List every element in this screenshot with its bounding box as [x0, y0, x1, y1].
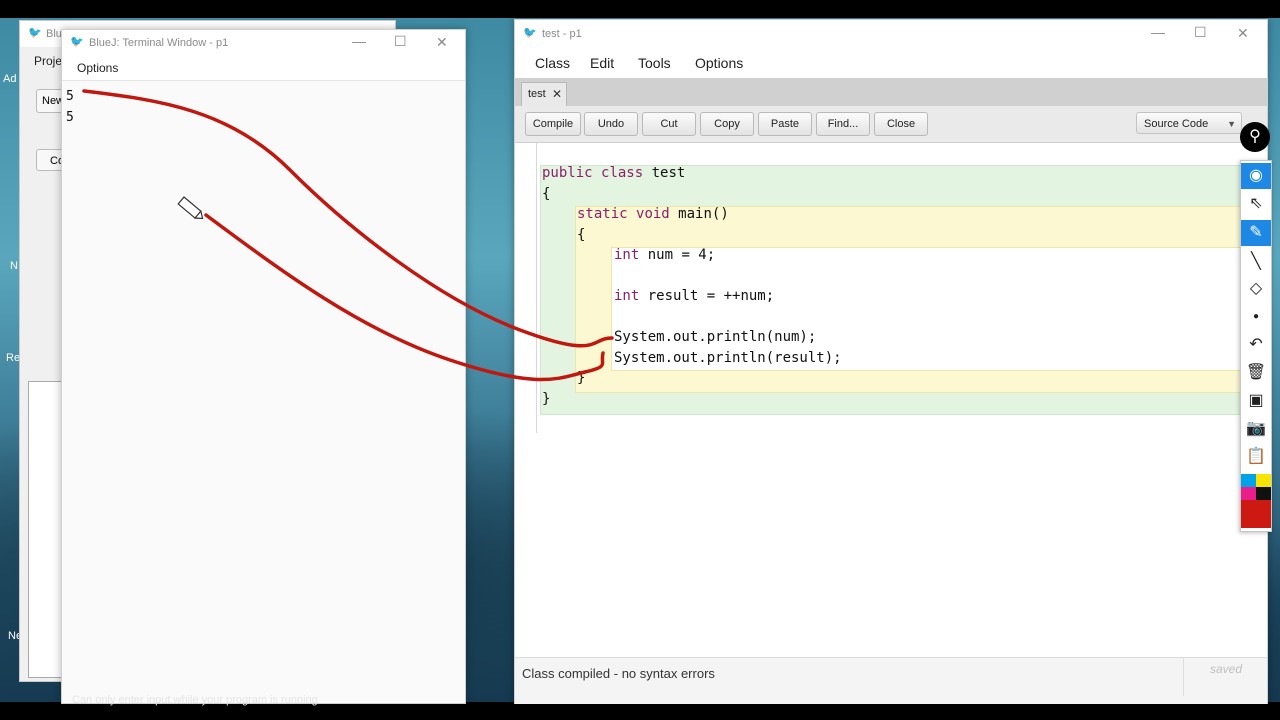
code-editor[interactable]: public class test { static void main() {…: [515, 143, 1267, 657]
pin-icon[interactable]: ⚲: [1240, 122, 1270, 152]
board-icon[interactable]: ▣: [1241, 388, 1271, 414]
trash-icon[interactable]: 🗑: [1241, 360, 1271, 386]
tab-strip: test ✕: [515, 78, 1267, 107]
minimize-button[interactable]: —: [1151, 24, 1165, 40]
undo-icon[interactable]: ↶: [1241, 332, 1271, 358]
editor-toolbar: Compile Undo Cut Copy Paste Find... Clos…: [515, 106, 1267, 143]
find-button[interactable]: Find...: [816, 112, 870, 136]
view-select[interactable]: Source Code ▼: [1136, 112, 1242, 134]
color-swatch-magenta[interactable]: [1241, 487, 1256, 500]
color-swatch-red[interactable]: [1241, 500, 1271, 528]
annotation-toolbar: ◉ ⇖ ✎ ╲ ◇ ● ↶ 🗑 ▣ 📷 📋: [1240, 160, 1272, 532]
view-select-value: Source Code: [1144, 118, 1209, 130]
code-line: int num = 4;: [614, 247, 716, 263]
bluej-logo-icon: 🐦: [28, 27, 42, 39]
close-editor-button[interactable]: Close: [874, 112, 928, 136]
code-line: int result = ++num;: [614, 288, 775, 304]
code-line: static void main(): [577, 206, 729, 222]
maximize-button[interactable]: ☐: [394, 33, 407, 50]
window-title: BlueJ: Terminal Window - p1: [89, 37, 229, 49]
menu-options[interactable]: Options: [695, 55, 743, 71]
menu-bar: Class Edit Tools Options: [515, 48, 1267, 78]
bluej-logo-icon: 🐦: [523, 27, 537, 39]
tab-label: test: [528, 88, 546, 100]
bluej-logo-icon: 🐦: [70, 36, 84, 48]
code-line: }: [577, 370, 586, 386]
pen-icon[interactable]: ✎: [1241, 220, 1271, 246]
output-line: 5: [66, 110, 74, 125]
desktop-icon-label[interactable]: Ad: [3, 73, 16, 85]
menu-class[interactable]: Class: [535, 55, 570, 71]
code-line: {: [577, 227, 586, 243]
desktop-icon-label[interactable]: Re: [6, 352, 20, 364]
terminal-window: 🐦 BlueJ: Terminal Window - p1 — ☐ ✕ Opti…: [61, 29, 466, 706]
undo-button[interactable]: Undo: [584, 112, 638, 136]
menu-bar: Options: [62, 56, 465, 81]
window-title: test - p1: [542, 28, 582, 40]
eye-icon[interactable]: ◉: [1241, 163, 1271, 189]
menu-tools[interactable]: Tools: [638, 55, 671, 71]
terminal-output[interactable]: 5 5: [66, 86, 74, 128]
camera-icon[interactable]: 📷: [1241, 416, 1271, 442]
chevron-down-icon: ▼: [1227, 119, 1236, 129]
compile-button[interactable]: Compile: [525, 112, 581, 136]
code-line: public class test: [542, 165, 686, 181]
code-line: System.out.println(result);: [614, 350, 842, 366]
title-bar[interactable]: 🐦 test - p1 — ☐ ✕: [515, 20, 1267, 48]
code-line: System.out.println(num);: [614, 329, 817, 345]
status-bar: Class compiled - no syntax errors saved: [515, 657, 1267, 704]
menu-project[interactable]: Proje: [34, 54, 62, 68]
output-line: 5: [66, 89, 74, 104]
code-line: {: [542, 186, 551, 202]
minimize-button[interactable]: —: [352, 33, 366, 49]
status-message: Class compiled - no syntax errors: [522, 666, 715, 681]
cut-button[interactable]: Cut: [642, 112, 696, 136]
maximize-button[interactable]: ☐: [1194, 24, 1207, 41]
code-line: }: [542, 391, 551, 407]
line-gutter: [536, 143, 537, 433]
title-bar[interactable]: 🐦 BlueJ: Terminal Window - p1 — ☐ ✕: [62, 30, 465, 56]
saved-indicator: saved: [1183, 658, 1268, 696]
paste-button[interactable]: Paste: [758, 112, 812, 136]
menu-options[interactable]: Options: [77, 61, 118, 75]
dot-icon[interactable]: ●: [1241, 304, 1271, 330]
tab-close-icon[interactable]: ✕: [552, 87, 562, 101]
color-swatch-yellow[interactable]: [1256, 474, 1271, 487]
color-swatch-blue[interactable]: [1241, 474, 1256, 487]
copy-button[interactable]: Copy: [700, 112, 754, 136]
editor-window: 🐦 test - p1 — ☐ ✕ Class Edit Tools Optio…: [514, 19, 1268, 704]
tab-test[interactable]: test ✕: [521, 82, 567, 107]
cursor-icon[interactable]: ⇖: [1241, 191, 1271, 217]
color-swatch-black[interactable]: [1256, 487, 1271, 500]
close-button[interactable]: ✕: [436, 34, 448, 51]
desktop-icon-label[interactable]: N: [10, 260, 18, 272]
window-title: Blu: [46, 28, 62, 40]
line-icon[interactable]: ╲: [1241, 249, 1271, 275]
close-button[interactable]: ✕: [1237, 25, 1249, 42]
menu-edit[interactable]: Edit: [590, 55, 614, 71]
eraser-icon[interactable]: ◇: [1241, 276, 1271, 302]
clipboard-icon[interactable]: 📋: [1241, 444, 1271, 470]
terminal-input-hint: Can only enter input while your program …: [72, 694, 318, 706]
